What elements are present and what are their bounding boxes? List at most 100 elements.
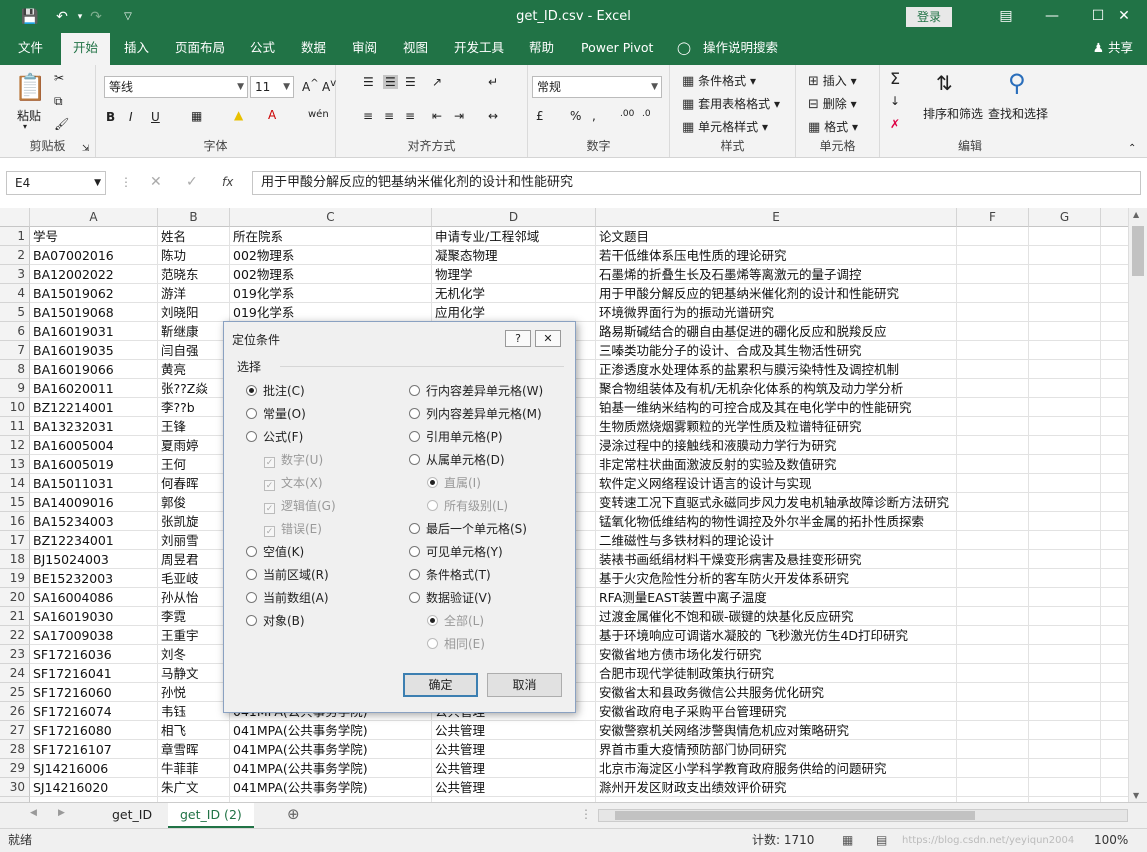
table-cell[interactable]: BA15019062 [30,284,114,303]
radio-current-array[interactable]: 当前数组(A) [246,589,329,607]
scroll-thumb[interactable] [1132,226,1144,276]
table-cell[interactable]: 北京市海淀区小学科学教育政府服务供给的问题研究 [596,759,887,778]
table-cell[interactable]: 毛亚岐 [158,569,199,588]
table-cell[interactable]: BA16019035 [30,341,114,360]
tab-file[interactable]: 文件 [18,33,43,65]
table-cell[interactable]: 所在院系 [230,227,283,246]
table-cell[interactable]: BA16019031 [30,322,114,341]
insert-function-icon[interactable]: fx [222,175,233,189]
radio-row-differences[interactable]: 行内容差异单元格(W) [409,382,543,400]
row-header[interactable]: 8 [0,360,30,379]
underline-button[interactable]: U [151,110,160,124]
font-color-icon[interactable]: A [268,108,276,122]
autosum-icon[interactable]: Σ [890,69,900,88]
table-cell[interactable]: 孙从怡 [158,588,199,607]
table-cell[interactable]: 041MPA(公共事务学院) [230,778,368,797]
table-cell[interactable]: BJ15024003 [30,550,109,569]
increase-decimal-icon[interactable]: .00 [620,109,634,119]
row-header[interactable]: 6 [0,322,30,341]
table-cell[interactable]: 041MPA(公共事务学院) [230,759,368,778]
fill-color-icon[interactable]: ▲ [234,108,243,122]
table-cell[interactable]: 周昱君 [158,550,199,569]
horizontal-scrollbar[interactable] [598,809,1128,822]
tab-insert[interactable]: 插入 [124,33,149,65]
italic-button[interactable]: I [129,110,133,124]
table-cell[interactable]: 何春晖 [158,474,199,493]
table-cell[interactable]: 基于环境响应可调谐水凝胶的 飞秒激光仿生4D打印研究 [596,626,908,645]
table-cell[interactable]: 002物理系 [230,246,294,265]
radio-constants[interactable]: 常量(O) [246,405,306,423]
table-cell[interactable]: 生物质燃烧烟雾颗粒的光学性质及粒谱特征研究 [596,417,862,436]
table-cell[interactable]: 二维磁性与多铁材料的理论设计 [596,531,774,550]
row-header[interactable]: 23 [0,645,30,664]
table-cell[interactable]: 019化学系 [230,303,294,322]
column-header[interactable]: F [957,208,1029,227]
table-cell[interactable]: 过渡金属催化不饱和碳-碳键的炔基化反应研究 [596,607,854,626]
table-cell[interactable]: 041MPA(公共事务学院) [230,721,368,740]
clipboard-launcher-icon[interactable]: ⇲ [82,144,90,154]
table-cell[interactable]: 装裱书画纸绢材料干燥变形病害及悬挂变形研究 [596,550,862,569]
table-cell[interactable]: BZ12214001 [30,398,114,417]
radio-last-cell[interactable]: 最后一个单元格(S) [409,520,527,538]
table-cell[interactable]: BA15019068 [30,303,114,322]
decrease-decimal-icon[interactable]: .0 [642,109,651,119]
table-cell[interactable]: 郭俊 [158,493,186,512]
table-cell[interactable]: 041MPA(公共事务学院) [230,740,368,759]
vertical-scrollbar[interactable]: ▲ ▼ [1128,208,1147,802]
align-right-icon[interactable]: ≡ [405,109,415,123]
table-cell[interactable]: 姓名 [158,227,186,246]
fill-icon[interactable]: ↓ [890,94,900,108]
name-box[interactable]: E4 ▼ [6,171,106,195]
table-cell[interactable]: 张??Z焱 [158,379,208,398]
column-header[interactable]: A [30,208,158,227]
comma-icon[interactable]: , [592,109,596,123]
table-cell[interactable]: 三嗪类功能分子的设计、合成及其生物活性研究 [596,341,862,360]
table-cell[interactable]: SA16019030 [30,607,113,626]
scroll-up-icon[interactable]: ▲ [1133,210,1139,219]
row-header[interactable]: 15 [0,493,30,512]
wrap-text-icon[interactable]: ↵ [488,75,498,89]
tab-home[interactable]: 开始 [61,33,111,65]
table-cell[interactable]: BA16005004 [30,436,114,455]
table-cell[interactable]: 基于火灾危险性分析的客车防火开发体系研究 [596,569,849,588]
number-format-combo[interactable]: 常规 ▼ [532,76,662,98]
font-size-combo[interactable]: 11 ▼ [250,76,294,98]
sheet-tab-active[interactable]: get_ID (2) [168,803,254,828]
paste-dropdown-icon[interactable]: ▾ [23,122,27,131]
dialog-close-button[interactable]: ✕ [535,330,561,347]
table-cell[interactable]: 陈功 [158,246,186,265]
row-header[interactable]: 26 [0,702,30,721]
row-header[interactable]: 3 [0,265,30,284]
table-cell[interactable]: RFA测量EAST装置中离子温度 [596,588,767,607]
format-painter-icon[interactable]: 🖌 [54,117,69,131]
tab-splitter-icon[interactable]: ⋮ [580,807,592,821]
table-cell[interactable]: 马静文 [158,664,199,683]
column-header[interactable]: G [1029,208,1101,227]
table-cell[interactable]: 王何 [158,455,186,474]
row-header[interactable]: 17 [0,531,30,550]
increase-indent-icon[interactable]: ⇥ [454,109,464,123]
table-cell[interactable]: BA16005019 [30,455,114,474]
sort-filter-button[interactable]: 排序和筛选 [923,105,983,122]
scroll-sheets-right-icon[interactable]: ▶ [58,808,65,818]
radio-blanks[interactable]: 空值(K) [246,543,304,561]
table-cell[interactable]: 无机化学 [432,284,485,303]
table-cell[interactable]: BE15232003 [30,569,113,588]
radio-precedents[interactable]: 引用单元格(P) [409,428,503,446]
formula-input[interactable]: 用于甲酸分解反应的钯基纳米催化剂的设计和性能研究 [252,171,1141,195]
share-button[interactable]: ♟ 共享 [1093,33,1133,63]
align-top-icon[interactable]: ☰ [363,75,374,89]
row-header[interactable]: 5 [0,303,30,322]
collapse-ribbon-icon[interactable]: ⌃ [1128,143,1136,154]
tab-formulas[interactable]: 公式 [250,33,275,65]
bold-button[interactable]: B [106,110,115,124]
table-cell[interactable]: 牛菲菲 [158,759,199,778]
table-cell[interactable]: SF17216041 [30,664,112,683]
table-cell[interactable]: 公共管理 [432,778,485,797]
column-header[interactable]: B [158,208,230,227]
row-header[interactable]: 25 [0,683,30,702]
merge-center-icon[interactable]: ↔ [488,109,498,123]
table-cell[interactable]: BA15234003 [30,512,114,531]
table-cell[interactable]: 正渗透度水处理体系的盐累积与膜污染特性及调控机制 [596,360,899,379]
table-cell[interactable]: BZ12234001 [30,531,114,550]
